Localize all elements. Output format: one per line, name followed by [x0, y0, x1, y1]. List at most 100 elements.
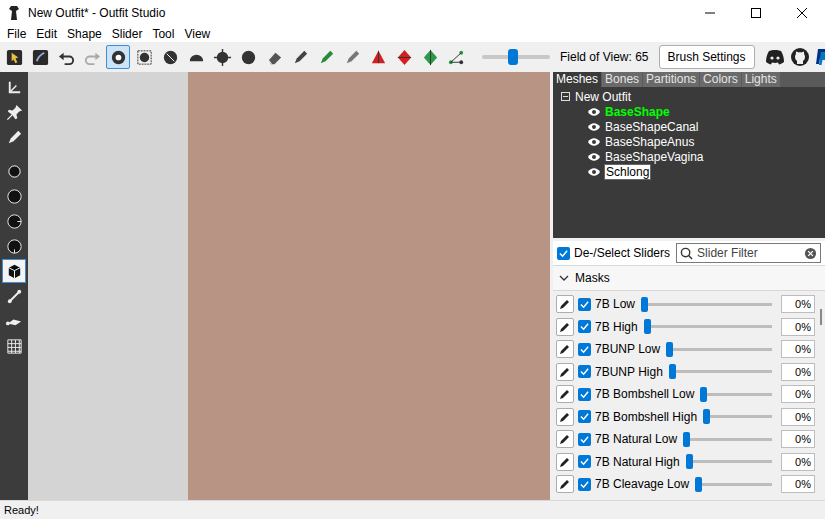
- tool-button[interactable]: [288, 45, 312, 69]
- tool-button[interactable]: [444, 45, 468, 69]
- tree-item[interactable]: BaseShapeVagina: [553, 149, 825, 164]
- slider-track[interactable]: [703, 393, 772, 396]
- edit-button[interactable]: [556, 475, 574, 493]
- slider-value[interactable]: 0%: [781, 430, 815, 448]
- checkbox[interactable]: [578, 365, 591, 378]
- tool-button[interactable]: [2, 259, 26, 283]
- tool-button[interactable]: [340, 45, 364, 69]
- slider-track[interactable]: [672, 370, 772, 373]
- slider-value[interactable]: 0%: [781, 340, 815, 358]
- fov-slider[interactable]: [482, 55, 550, 59]
- edit-button[interactable]: [556, 385, 574, 403]
- tool-button[interactable]: [2, 309, 26, 333]
- slider-track[interactable]: [686, 438, 772, 441]
- checkbox[interactable]: [578, 298, 591, 311]
- slider-filter[interactable]: [676, 243, 821, 263]
- checkbox[interactable]: [578, 343, 591, 356]
- tool-button[interactable]: [2, 75, 26, 99]
- slider-track[interactable]: [706, 415, 772, 418]
- edit-button[interactable]: [556, 453, 574, 471]
- checkbox[interactable]: [578, 455, 591, 468]
- edit-button[interactable]: [556, 363, 574, 381]
- tool-button[interactable]: [2, 184, 26, 208]
- slider-thumb[interactable]: [695, 477, 702, 492]
- tool-button[interactable]: [2, 100, 26, 124]
- edit-button[interactable]: [556, 318, 574, 336]
- tab[interactable]: Partitions: [643, 72, 699, 87]
- tool-button[interactable]: [184, 45, 208, 69]
- tool-button[interactable]: [54, 45, 78, 69]
- tool-button[interactable]: [158, 45, 182, 69]
- github-icon[interactable]: [791, 48, 809, 66]
- menu-item[interactable]: File: [2, 26, 31, 42]
- paypal-icon[interactable]: [815, 48, 825, 66]
- tree-item[interactable]: BaseShapeCanal: [553, 119, 825, 134]
- tree-item[interactable]: BaseShapeAnus: [553, 134, 825, 149]
- slider-value[interactable]: 0%: [781, 295, 815, 313]
- minimize-button[interactable]: [687, 0, 733, 26]
- filter-input[interactable]: [697, 244, 800, 262]
- slider-thumb[interactable]: [683, 432, 690, 447]
- discord-icon[interactable]: [765, 49, 785, 65]
- menu-item[interactable]: Shape: [62, 26, 107, 42]
- checkbox[interactable]: [578, 478, 591, 491]
- tool-button[interactable]: [210, 45, 234, 69]
- tool-button[interactable]: [2, 159, 26, 183]
- slider-thumb[interactable]: [669, 364, 676, 379]
- slider-value[interactable]: 0%: [781, 385, 815, 403]
- checkbox[interactable]: [578, 320, 591, 333]
- maximize-button[interactable]: [733, 0, 779, 26]
- edit-button[interactable]: [556, 408, 574, 426]
- slider-track[interactable]: [644, 303, 772, 306]
- checkbox[interactable]: [557, 247, 570, 260]
- menu-item[interactable]: Edit: [31, 26, 62, 42]
- edit-button[interactable]: [556, 430, 574, 448]
- tool-button[interactable]: [132, 45, 156, 69]
- slider-thumb[interactable]: [666, 342, 673, 357]
- tool-button[interactable]: [392, 45, 416, 69]
- slider-track[interactable]: [647, 325, 772, 328]
- tab[interactable]: Bones: [602, 72, 642, 87]
- close-button[interactable]: [779, 0, 825, 26]
- tool-button[interactable]: [236, 45, 260, 69]
- tool-button[interactable]: [106, 45, 130, 69]
- slider-thumb[interactable]: [686, 454, 693, 469]
- tool-button[interactable]: [2, 125, 26, 149]
- slider-track[interactable]: [698, 483, 772, 486]
- tab[interactable]: Meshes: [553, 72, 601, 87]
- group-label[interactable]: Masks: [575, 269, 610, 287]
- menu-item[interactable]: View: [179, 26, 215, 42]
- expand-toggle[interactable]: [561, 92, 570, 101]
- edit-button[interactable]: [556, 340, 574, 358]
- select-all[interactable]: De-/Select Sliders: [557, 244, 670, 262]
- slider-value[interactable]: 0%: [781, 475, 815, 493]
- tree-item[interactable]: Schlong: [553, 164, 825, 179]
- scrollbar[interactable]: [817, 291, 825, 500]
- slider-thumb[interactable]: [641, 297, 648, 312]
- tool-button[interactable]: [80, 45, 104, 69]
- tool-button[interactable]: [2, 209, 26, 233]
- tool-button[interactable]: [2, 284, 26, 308]
- slider-value[interactable]: 0%: [781, 453, 815, 471]
- slider-value[interactable]: 0%: [781, 408, 815, 426]
- menu-item[interactable]: Slider: [107, 26, 148, 42]
- slider-thumb[interactable]: [644, 319, 651, 334]
- tool-button[interactable]: [2, 45, 26, 69]
- tool-button[interactable]: [314, 45, 338, 69]
- tool-button[interactable]: [262, 45, 286, 69]
- tab[interactable]: Lights: [742, 72, 780, 87]
- checkbox[interactable]: [578, 410, 591, 423]
- checkbox[interactable]: [578, 433, 591, 446]
- tool-button[interactable]: [2, 234, 26, 258]
- tool-button[interactable]: [418, 45, 442, 69]
- slider-value[interactable]: 0%: [781, 318, 815, 336]
- tab[interactable]: Colors: [700, 72, 741, 87]
- viewport[interactable]: [28, 72, 550, 500]
- tree-root[interactable]: New Outfit: [553, 89, 825, 104]
- checkbox[interactable]: [578, 388, 591, 401]
- fov-slider-thumb[interactable]: [508, 49, 518, 65]
- slider-thumb[interactable]: [700, 387, 707, 402]
- menu-item[interactable]: Tool: [147, 26, 179, 42]
- tree-item[interactable]: BaseShape: [553, 104, 825, 119]
- slider-value[interactable]: 0%: [781, 363, 815, 381]
